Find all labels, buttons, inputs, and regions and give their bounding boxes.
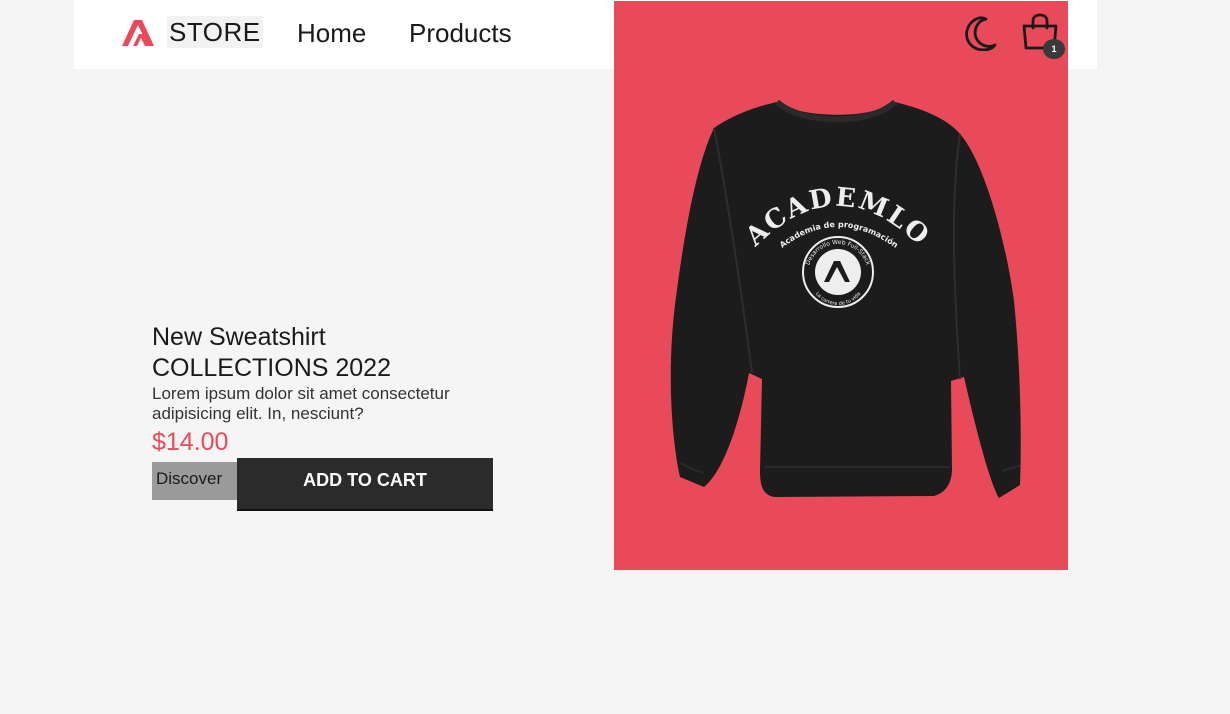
discover-button[interactable]: Discover [152,462,237,500]
theme-toggle-button[interactable] [962,15,998,52]
hero-description: Lorem ipsum dolor sit amet consectetur a… [152,384,450,423]
sweatshirt-illustration: ACADEMLO Academia de programación Desarr… [670,99,1021,498]
product-price: $14.00 [152,428,229,456]
hero-title: New Sweatshirt COLLECTIONS 2022 [152,322,512,384]
add-to-cart-button[interactable]: ADD TO CART [237,458,493,509]
hero-title-line1: New Sweatshirt [152,323,326,351]
hero-content: New Sweatshirt COLLECTIONS 2022 Lorem ip… [152,322,512,457]
academlo-logo-icon [122,20,154,46]
hero-title-line2: COLLECTIONS 2022 [152,354,391,382]
nav-home-link[interactable]: Home [297,17,366,49]
nav-products-link[interactable]: Products [409,17,512,49]
logo-text: STORE [167,16,263,48]
product-image: ACADEMLO Academia de programación Desarr… [614,1,1068,570]
cart-count-badge: 1 [1043,39,1065,59]
store-logo[interactable]: STORE [120,16,263,48]
moon-icon [965,16,997,52]
